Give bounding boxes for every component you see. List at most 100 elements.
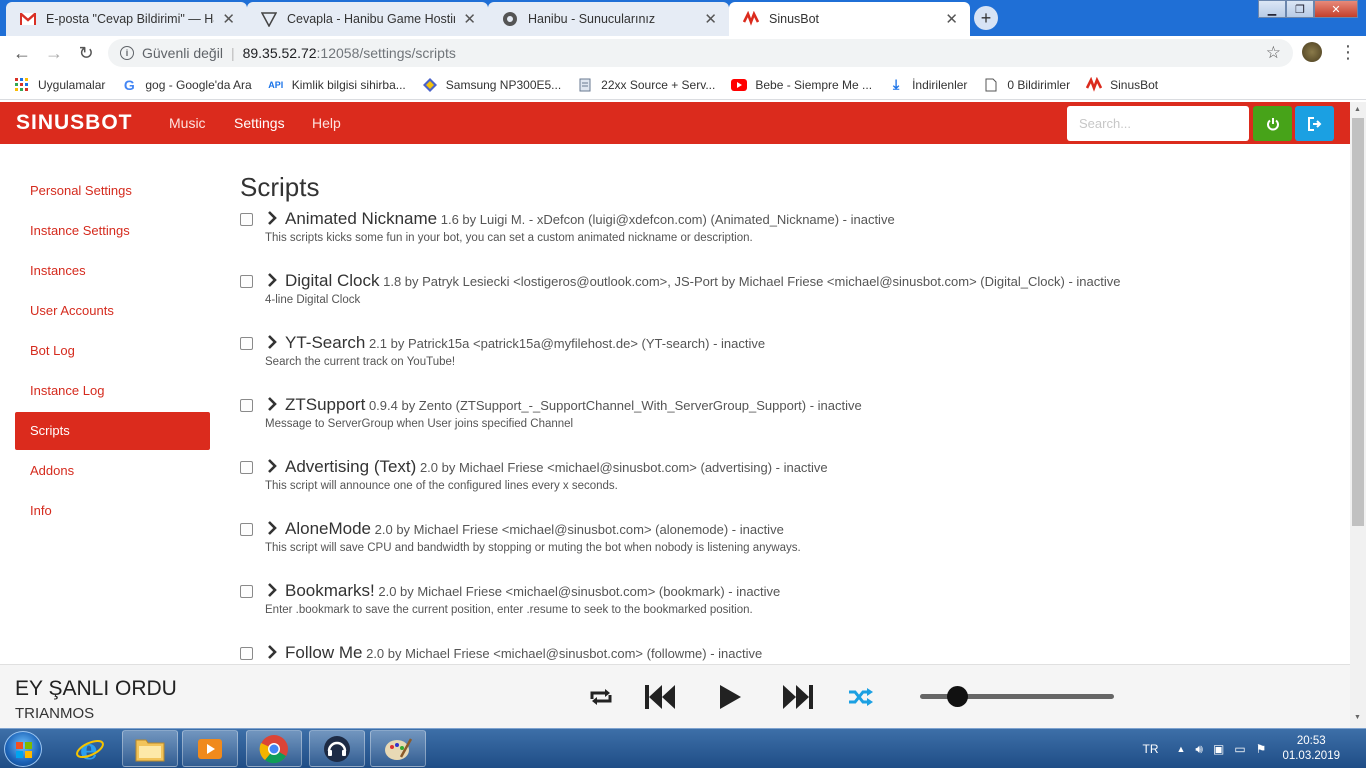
bookmark-label: gog - Google'da Ara bbox=[145, 77, 252, 92]
language-indicator[interactable]: TR bbox=[1143, 742, 1159, 756]
minimize-icon[interactable]: ▁ bbox=[1258, 0, 1286, 18]
sinusbot-logo[interactable]: SINUSBOT bbox=[16, 111, 133, 135]
bookmark-api[interactable]: API Kimlik bilgisi sihirba... bbox=[268, 77, 406, 93]
action-center-icon[interactable]: ⚑ bbox=[1256, 742, 1267, 756]
bookmark-google[interactable]: G gog - Google'da Ara bbox=[121, 77, 252, 93]
chevron-right-icon[interactable] bbox=[266, 396, 278, 412]
script-enable-checkbox[interactable] bbox=[240, 213, 253, 226]
close-tab-icon[interactable]: ✕ bbox=[222, 10, 235, 28]
sidebar-item-instance-settings[interactable]: Instance Settings bbox=[15, 212, 210, 250]
script-header[interactable]: ZTSupport 0.9.4 by Zento (ZTSupport_-_Su… bbox=[285, 395, 862, 415]
taskbar-teamspeak[interactable] bbox=[309, 730, 365, 767]
volume-slider-handle[interactable] bbox=[947, 686, 968, 707]
script-enable-checkbox[interactable] bbox=[240, 399, 253, 412]
previous-track-button[interactable] bbox=[643, 683, 677, 711]
chevron-right-icon[interactable] bbox=[266, 210, 278, 226]
address-bar[interactable]: i Güvenli değil | 89.35.52.72 :12058/set… bbox=[108, 39, 1293, 67]
info-icon[interactable]: i bbox=[120, 46, 134, 60]
chevron-right-icon[interactable] bbox=[266, 458, 278, 474]
scroll-down-icon[interactable]: ▼ bbox=[1354, 714, 1361, 721]
repeat-button[interactable] bbox=[586, 683, 616, 711]
taskbar-internet-explorer[interactable]: e bbox=[62, 730, 118, 767]
browser-tab-gmail[interactable]: E-posta "Cevap Bildirimi" — Hanibu ✕ bbox=[6, 2, 247, 36]
close-tab-icon[interactable]: ✕ bbox=[945, 10, 958, 28]
bookmark-samsung[interactable]: Samsung NP300E5... bbox=[422, 77, 561, 93]
network-tray-icon[interactable]: ▭ bbox=[1234, 742, 1245, 756]
sidebar-item-instances[interactable]: Instances bbox=[15, 252, 210, 290]
sidebar-item-personal-settings[interactable]: Personal Settings bbox=[15, 172, 210, 210]
browser-tab-sinusbot[interactable]: SinusBot ✕ bbox=[729, 2, 970, 36]
script-enable-checkbox[interactable] bbox=[240, 461, 253, 474]
script-enable-checkbox[interactable] bbox=[240, 337, 253, 350]
script-enable-checkbox[interactable] bbox=[240, 523, 253, 536]
logout-icon bbox=[1307, 116, 1321, 131]
scroll-up-icon[interactable]: ▲ bbox=[1354, 106, 1361, 113]
show-hidden-icons-icon[interactable]: ▲ bbox=[1177, 744, 1186, 754]
script-enable-checkbox[interactable] bbox=[240, 275, 253, 288]
device-tray-icon[interactable]: ▣ bbox=[1213, 742, 1224, 756]
scripts-content: Scripts Animated Nickname 1.6 by Luigi M… bbox=[240, 172, 1340, 664]
bookmark-apps[interactable]: Uygulamalar bbox=[14, 77, 105, 93]
logout-button[interactable] bbox=[1295, 106, 1334, 141]
script-header[interactable]: YT-Search 2.1 by Patrick15a <patrick15a@… bbox=[285, 333, 765, 353]
bookmark-youtube[interactable]: Bebe - Siempre Me ... bbox=[731, 77, 872, 93]
browser-menu-icon[interactable]: ⋮ bbox=[1339, 42, 1357, 63]
taskbar-paint[interactable] bbox=[370, 730, 426, 767]
taskbar-clock[interactable]: 20:53 01.03.2019 bbox=[1282, 734, 1340, 764]
chevron-right-icon[interactable] bbox=[266, 644, 278, 660]
script-header[interactable]: Advertising (Text) 2.0 by Michael Friese… bbox=[285, 457, 828, 477]
volume-slider[interactable] bbox=[920, 686, 1114, 707]
play-button[interactable] bbox=[716, 683, 744, 711]
bookmark-star-icon[interactable]: ☆ bbox=[1266, 43, 1281, 63]
chevron-right-icon[interactable] bbox=[266, 520, 278, 536]
script-header[interactable]: Animated Nickname 1.6 by Luigi M. - xDef… bbox=[285, 209, 895, 229]
new-tab-button[interactable]: + bbox=[974, 6, 998, 30]
profile-avatar[interactable] bbox=[1302, 42, 1322, 62]
script-header[interactable]: Digital Clock 1.8 by Patryk Lesiecki <lo… bbox=[285, 271, 1120, 291]
bookmarks-bar: Uygulamalar G gog - Google'da Ara API Ki… bbox=[0, 70, 1366, 100]
script-header[interactable]: Bookmarks! 2.0 by Michael Friese <michae… bbox=[285, 581, 780, 601]
browser-tab-hanibu[interactable]: Hanibu - Sunucularınız ✕ bbox=[488, 2, 729, 36]
next-track-button[interactable] bbox=[781, 683, 815, 711]
script-enable-checkbox[interactable] bbox=[240, 647, 253, 660]
page-scrollbar[interactable]: ▲ ▼ bbox=[1350, 102, 1366, 728]
shuffle-button[interactable] bbox=[846, 683, 876, 711]
sidebar-item-bot-log[interactable]: Bot Log bbox=[15, 332, 210, 370]
chevron-right-icon[interactable] bbox=[266, 582, 278, 598]
bookmark-downloads[interactable]: ⤓ İndirilenler bbox=[888, 76, 967, 93]
scrollbar-thumb[interactable] bbox=[1352, 118, 1364, 526]
sidebar-item-info[interactable]: Info bbox=[15, 492, 210, 530]
volume-tray-icon[interactable]: 🔊︎ bbox=[1195, 742, 1203, 757]
script-header[interactable]: AloneMode 2.0 by Michael Friese <michael… bbox=[285, 519, 784, 539]
sidebar-item-scripts[interactable]: Scripts bbox=[15, 412, 210, 450]
search-input[interactable] bbox=[1067, 106, 1249, 141]
bookmark-notifications[interactable]: 0 Bildirimler bbox=[983, 77, 1070, 93]
address-separator: | bbox=[230, 45, 235, 61]
chevron-right-icon[interactable] bbox=[266, 334, 278, 350]
browser-tab-cevapla[interactable]: Cevapla - Hanibu Game Hosting ✕ bbox=[247, 2, 488, 36]
taskbar-chrome[interactable] bbox=[246, 730, 302, 767]
forward-arrow-icon[interactable]: → bbox=[38, 37, 70, 69]
bookmark-sinusbot[interactable]: SinusBot bbox=[1086, 76, 1158, 93]
bookmark-source[interactable]: 22xx Source + Serv... bbox=[577, 77, 715, 93]
close-tab-icon[interactable]: ✕ bbox=[704, 10, 717, 28]
sidebar-item-addons[interactable]: Addons bbox=[15, 452, 210, 490]
sidebar-item-instance-log[interactable]: Instance Log bbox=[15, 372, 210, 410]
power-button[interactable] bbox=[1253, 106, 1292, 141]
nav-help[interactable]: Help bbox=[312, 115, 341, 131]
taskbar-media-player[interactable] bbox=[182, 730, 238, 767]
chevron-right-icon[interactable] bbox=[266, 272, 278, 288]
taskbar-file-explorer[interactable] bbox=[122, 730, 178, 767]
reload-icon[interactable]: ↻ bbox=[70, 37, 102, 69]
back-arrow-icon[interactable]: ← bbox=[6, 37, 38, 69]
script-enable-checkbox[interactable] bbox=[240, 585, 253, 598]
script-description: Enter .bookmark to save the current posi… bbox=[265, 604, 753, 616]
maximize-icon[interactable]: ❐ bbox=[1286, 0, 1314, 18]
sidebar-item-user-accounts[interactable]: User Accounts bbox=[15, 292, 210, 330]
nav-settings[interactable]: Settings bbox=[234, 115, 285, 131]
script-header[interactable]: Follow Me 2.0 by Michael Friese <michael… bbox=[285, 643, 762, 663]
start-button[interactable] bbox=[4, 731, 42, 767]
window-close-icon[interactable]: ✕ bbox=[1314, 0, 1358, 18]
nav-music[interactable]: Music bbox=[169, 115, 206, 131]
close-tab-icon[interactable]: ✕ bbox=[463, 10, 476, 28]
